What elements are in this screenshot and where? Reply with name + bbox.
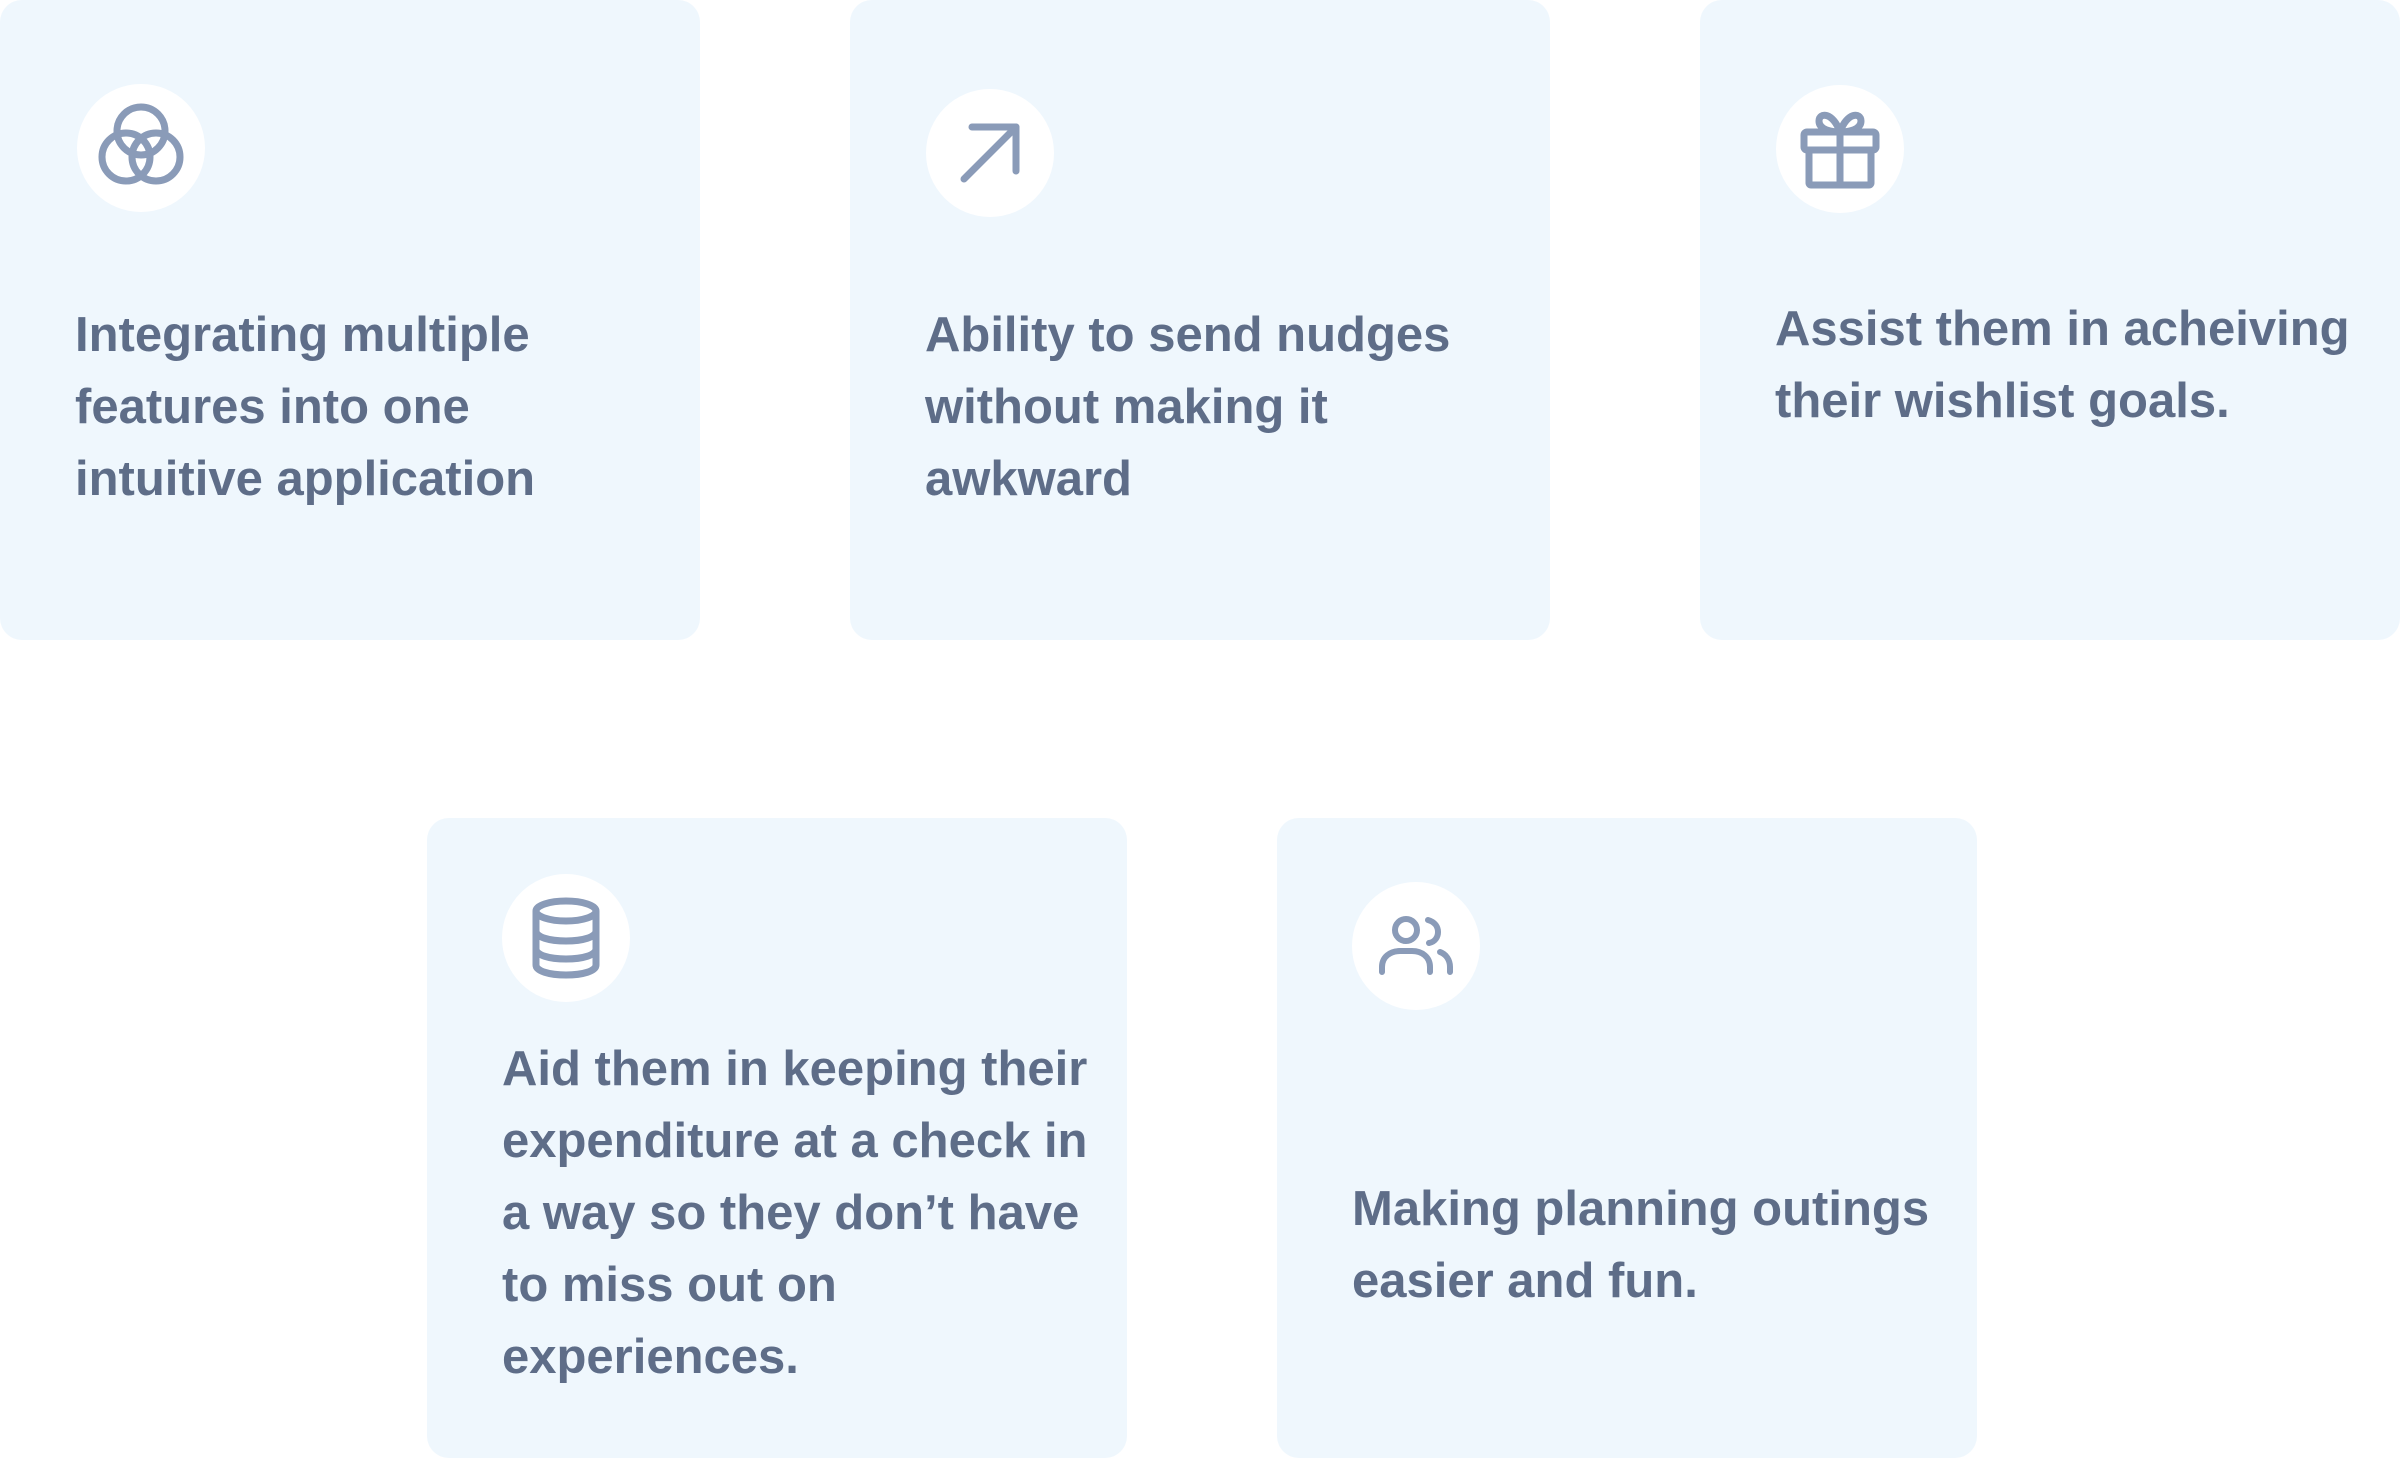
feature-card-text: Aid them in keeping their expenditure at… (502, 1042, 1088, 1384)
feature-card-expenditure: Aid them in keeping their expenditure at… (427, 818, 1127, 1458)
icon-badge (1776, 85, 1904, 213)
overlapping-circles-icon (98, 103, 184, 185)
feature-card-integration: Integrating multiple features into one i… (0, 0, 700, 640)
feature-card-nudges: Ability to send nudges without making it… (850, 0, 1550, 640)
feature-card-wishlist: Assist them in acheiving their wishlist … (1700, 0, 2400, 640)
feature-card-text: Assist them in acheiving their wishlist … (1775, 302, 2350, 428)
icon-badge (502, 874, 630, 1002)
feature-card-text: Integrating multiple features into one i… (75, 308, 536, 506)
icon-badge (77, 84, 205, 212)
arrow-up-right-icon (960, 123, 1020, 183)
users-icon (1379, 916, 1453, 975)
feature-card-text: Making planning outings easier and fun. (1352, 1182, 1930, 1308)
icon-badge (1352, 882, 1480, 1010)
database-icon (532, 897, 600, 979)
feature-card-text: Ability to send nudges without making it… (925, 308, 1451, 506)
gift-icon (1800, 111, 1880, 189)
feature-card-outings: Making planning outings easier and fun. (1277, 818, 1977, 1458)
icon-badge (926, 89, 1054, 217)
